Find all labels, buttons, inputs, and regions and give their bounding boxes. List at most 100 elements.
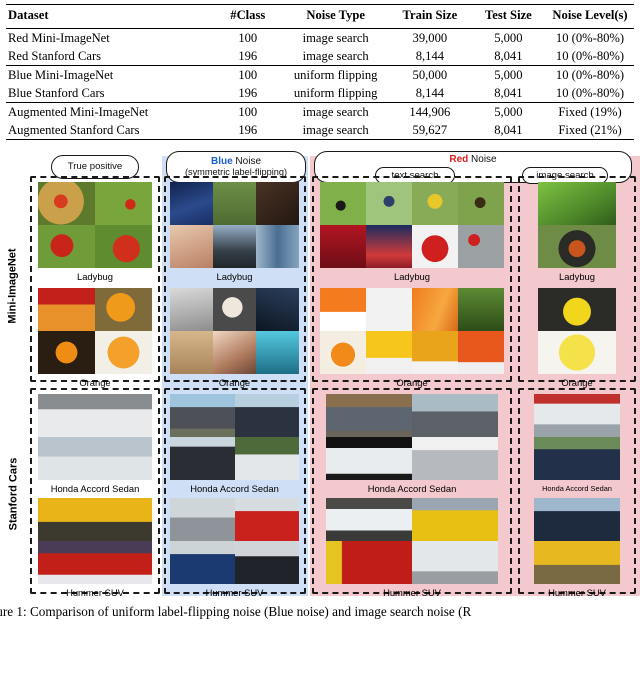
cell-train-size: 8,144 <box>415 48 445 63</box>
col-header-train-size: Train Size <box>402 8 458 22</box>
cell-noise-type: uniform flipping <box>282 65 390 84</box>
thumbnail <box>170 498 235 541</box>
legend-red-noise-title: Red Noise <box>449 154 496 166</box>
image-grid-redimg-ladybug <box>538 182 616 268</box>
dataset-table: Dataset #Class Noise Type Train Size Tes… <box>6 4 634 140</box>
thumbnail <box>170 225 213 268</box>
image-grid-redtext-orange <box>320 288 504 374</box>
cell-noise-level: 10 (0%-80%) <box>546 28 634 47</box>
thumbnail <box>366 182 412 225</box>
cell-train-size: 50,000 <box>389 65 471 84</box>
cell-test-size: 5,000 <box>470 65 547 84</box>
image-grid-tp-orange <box>38 288 152 374</box>
thumbnail <box>538 182 616 225</box>
legend-blue-noise-rest: Noise <box>232 155 262 167</box>
cell-train-size: 39,000 <box>389 28 471 47</box>
class-label-honda-blue: Honda Accord Sedan <box>190 483 279 494</box>
thumbnail <box>412 394 498 437</box>
image-grid-redtext-honda <box>326 394 498 480</box>
thumbnail <box>38 394 152 437</box>
thumbnail <box>170 541 235 584</box>
thumbnail <box>170 394 235 437</box>
thumbnail <box>234 498 299 541</box>
thumbnail <box>170 437 235 480</box>
thumbnail <box>412 498 498 541</box>
cell-noise-type: image search <box>282 28 390 47</box>
thumbnail <box>256 331 299 374</box>
legend-true-positive: True positive <box>51 155 139 179</box>
cell-dataset: Red Mini-ImageNet <box>6 28 214 47</box>
cell-noise-type: image search <box>302 48 369 63</box>
cell-test-size: 8,041 <box>494 85 523 100</box>
table-row: Augmented Mini-ImageNet 100 image search… <box>6 102 634 121</box>
class-label-ladybug-redimg: Ladybug <box>559 271 595 282</box>
cell-nclass: 100 <box>213 28 283 47</box>
thumbnail <box>320 182 366 225</box>
class-label-orange-redtext: Orange <box>396 377 428 388</box>
thumbnail <box>38 288 95 331</box>
cell-noise-level: Fixed (21%) <box>558 122 622 137</box>
legend-red-word: Red <box>449 154 469 165</box>
table-row: Blue Stanford Cars 196 uniform flipping … <box>6 84 634 103</box>
thumbnail <box>412 288 458 331</box>
dataset-table-wrapper: Dataset #Class Noise Type Train Size Tes… <box>0 0 640 140</box>
thumbnail <box>170 331 213 374</box>
legend-true-positive-label: True positive <box>67 161 123 173</box>
image-grid-redtext-ladybug <box>320 182 504 268</box>
cell-dataset: Augmented Mini-ImageNet <box>6 102 214 121</box>
thumbnail <box>326 498 412 541</box>
image-grid-redtext-hummer <box>326 498 498 584</box>
cell-dataset: Augmented Stanford Cars <box>8 122 140 137</box>
row-label-stanford-cars: Stanford Cars <box>0 392 26 596</box>
image-grid-redimg-honda <box>534 394 620 480</box>
thumbnail <box>38 498 152 541</box>
legend-image-search-label: image search <box>536 169 594 181</box>
cell-nclass: 196 <box>238 122 258 137</box>
thumbnail <box>95 331 152 374</box>
thumbnail <box>213 182 256 225</box>
thumbnail <box>320 288 366 331</box>
image-grid-redimg-hummer <box>534 498 620 584</box>
thumbnail <box>366 288 412 331</box>
col-header-noise-type: Noise Type <box>306 8 366 22</box>
thumbnail <box>95 225 152 268</box>
thumbnail <box>412 225 458 268</box>
thumbnail <box>412 541 498 584</box>
legend-blue-noise: Blue Noise (symmetric label-flipping) <box>166 151 306 183</box>
cell-train-size: 59,627 <box>412 122 448 137</box>
thumbnail <box>38 182 95 225</box>
cell-test-size: 5,000 <box>470 102 547 121</box>
thumbnail <box>326 541 412 584</box>
thumbnail <box>320 331 366 374</box>
thumbnail <box>538 288 616 331</box>
thumbnail <box>412 437 498 480</box>
image-grid-blue-ladybug <box>170 182 299 268</box>
thumbnail <box>412 331 458 374</box>
cell-dataset: Blue Mini-ImageNet <box>6 65 214 84</box>
class-label-hummer-redimg: Hummer SUV <box>548 587 606 598</box>
thumbnail <box>234 437 299 480</box>
image-grid-redimg-orange <box>538 288 616 374</box>
cell-noise-type: uniform flipping <box>293 85 378 100</box>
col-header-nclass: #Class <box>230 8 266 22</box>
thumbnail <box>458 288 504 331</box>
cell-noise-level: 10 (0%-80%) <box>555 85 625 100</box>
table-row: Blue Mini-ImageNet 100 uniform flipping … <box>6 65 634 84</box>
image-grid-tp-ladybug <box>38 182 152 268</box>
thumbnail <box>366 225 412 268</box>
image-grid-blue-honda <box>170 394 299 480</box>
cell-noise-level: 10 (0%-80%) <box>555 48 625 63</box>
class-label-ladybug-tp: Ladybug <box>77 271 113 282</box>
thumbnail <box>534 437 620 480</box>
figure-legend-row: True positive Blue Noise (symmetric labe… <box>0 150 640 186</box>
thumbnail <box>538 225 616 268</box>
legend-text-search-label: text search <box>391 169 439 181</box>
class-label-honda-redtext: Honda Accord Sedan <box>367 483 457 494</box>
cell-nclass: 196 <box>238 48 258 63</box>
image-grid-blue-orange <box>170 288 299 374</box>
cell-nclass: 100 <box>213 102 283 121</box>
thumbnail <box>213 331 256 374</box>
thumbnail <box>320 225 366 268</box>
image-grid-tp-honda <box>38 394 152 480</box>
row-label-mini-imagenet: Mini-ImageNet <box>0 186 26 386</box>
